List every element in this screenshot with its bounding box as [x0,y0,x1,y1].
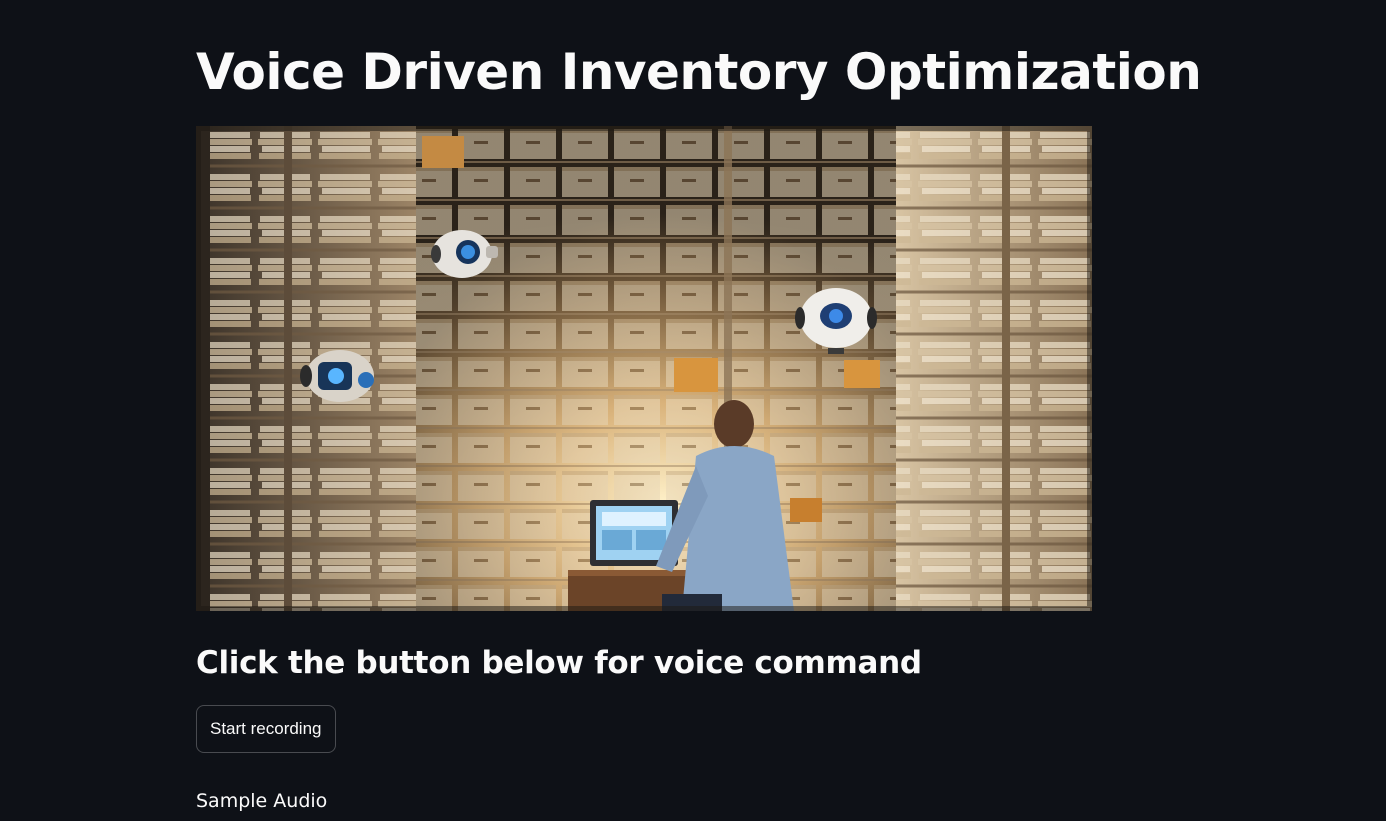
app-page: Voice Driven Inventory Optimization Clic… [0,0,1386,821]
voice-command-heading: Click the button below for voice command [196,645,922,681]
hero-image [196,126,1092,611]
start-recording-button[interactable]: Start recording [196,705,336,753]
sample-audio-label: Sample Audio [196,790,328,812]
page-title: Voice Driven Inventory Optimization [196,43,1202,101]
